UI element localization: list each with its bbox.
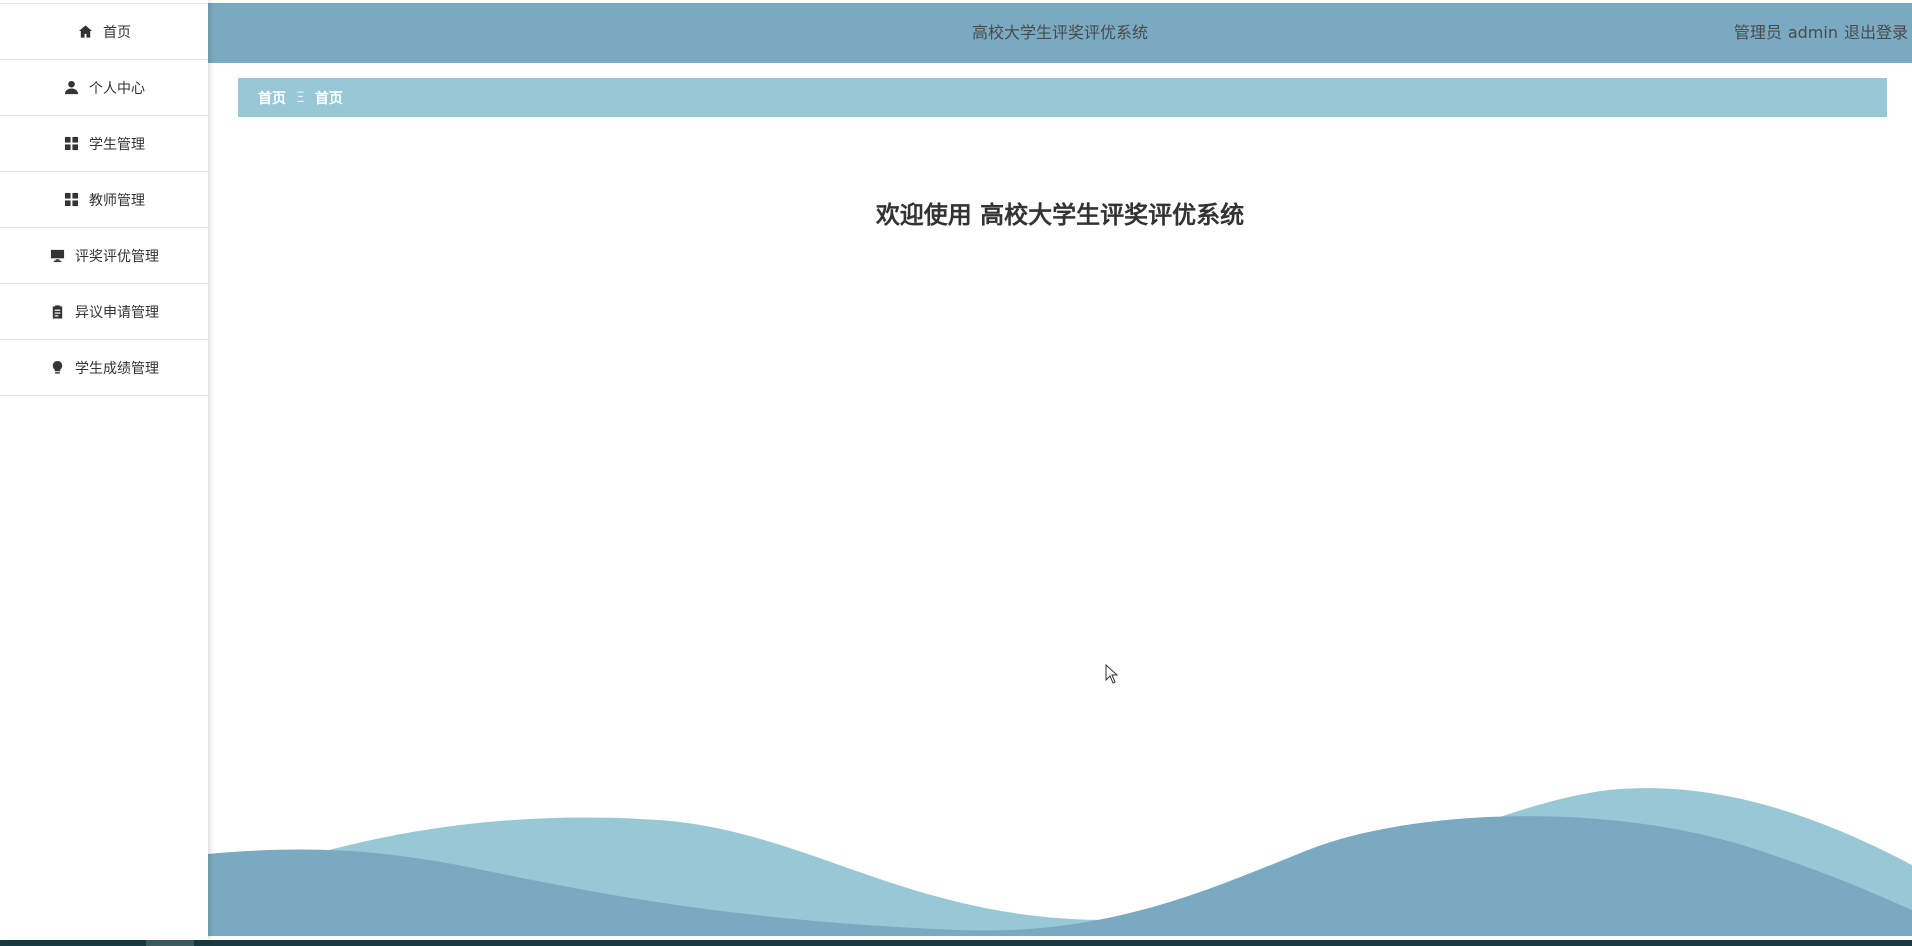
sidebar-item-label: 个人中心 — [89, 80, 145, 97]
clipboard-icon — [49, 304, 65, 320]
os-taskbar — [0, 940, 1912, 946]
sidebar-item-label: 评奖评优管理 — [75, 248, 159, 265]
sidebar-item-teachers[interactable]: 教师管理 — [0, 172, 208, 228]
grid-icon — [63, 136, 79, 152]
sidebar-item-profile[interactable]: 个人中心 — [0, 60, 208, 116]
breadcrumb-item: 首页 — [314, 90, 343, 107]
breadcrumb: 首页 Ξ 首页 — [238, 78, 1887, 117]
sidebar-item-grades[interactable]: 学生成绩管理 — [0, 340, 208, 396]
sidebar-item-label: 教师管理 — [89, 192, 145, 209]
taskbar-item[interactable] — [146, 940, 194, 946]
sidebar-item-label: 学生管理 — [89, 136, 145, 153]
sidebar: 首页 个人中心 学生管理 教师管理 评奖评优管理 异议申请管理 学生成绩管理 — [0, 0, 208, 940]
sidebar-item-objections[interactable]: 异议申请管理 — [0, 284, 208, 340]
username: admin — [1787, 23, 1838, 42]
top-header: 高校大学生评奖评优系统 管理员 admin 退出登录 — [208, 3, 1912, 63]
logout-button[interactable]: 退出登录 — [1844, 23, 1908, 42]
mouse-cursor-icon — [1105, 664, 1119, 684]
breadcrumb-separator: Ξ — [296, 89, 305, 106]
grid-icon — [63, 192, 79, 208]
role-label: 管理员 — [1733, 23, 1782, 42]
welcome-title: 欢迎使用 高校大学生评奖评优系统 — [875, 201, 1245, 229]
monitor-icon — [49, 248, 65, 264]
app-title: 高校大学生评奖评优系统 — [971, 23, 1148, 42]
breadcrumb-item[interactable]: 首页 — [258, 88, 286, 108]
sidebar-item-label: 异议申请管理 — [75, 304, 159, 321]
sidebar-item-students[interactable]: 学生管理 — [0, 116, 208, 172]
lightbulb-icon — [49, 360, 65, 376]
sidebar-item-home[interactable]: 首页 — [0, 4, 208, 60]
sidebar-item-label: 首页 — [103, 24, 131, 41]
user-icon — [63, 80, 79, 96]
sidebar-item-label: 学生成绩管理 — [75, 360, 159, 377]
decorative-waves — [208, 788, 1912, 936]
user-area: 管理员 admin 退出登录 — [1728, 3, 1908, 63]
sidebar-item-awards[interactable]: 评奖评优管理 — [0, 228, 208, 284]
home-icon — [77, 24, 93, 40]
